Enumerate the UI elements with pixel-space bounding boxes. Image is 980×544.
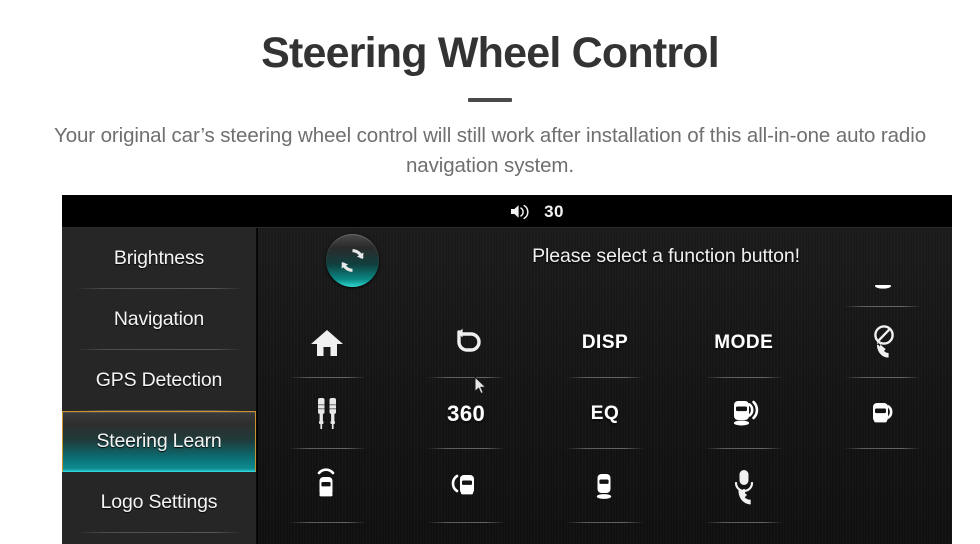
sidebar-item-gps-detection[interactable]: GPS Detection (62, 350, 256, 411)
function-label: 360 (447, 400, 486, 426)
title-divider (468, 98, 512, 103)
home-icon (311, 329, 344, 356)
function-label: DISP (581, 331, 629, 353)
sidebar-item-label: Brightness (113, 247, 205, 269)
settings-sidebar[interactable]: Brightness Navigation GPS Detection Stee… (62, 228, 257, 544)
function-cell-volume-down[interactable] (813, 378, 952, 449)
function-cell (397, 285, 536, 307)
function-cell-disp[interactable]: DISP (536, 307, 675, 378)
sidebar-item-label: Logo Settings (100, 491, 218, 513)
function-row-clipped (258, 285, 952, 307)
function-cell-seek-left[interactable] (397, 449, 536, 523)
function-cell-hangup[interactable] (813, 307, 952, 378)
car-volume-up-icon (733, 400, 758, 425)
function-cell-seek-down[interactable] (536, 449, 675, 523)
car-seek-up-icon (318, 468, 335, 497)
sidebar-item-label: GPS Detection (95, 369, 223, 391)
car-volume-down-icon (872, 402, 893, 422)
panel-header: Please select a function button! (258, 228, 952, 287)
back-arrow-icon (457, 328, 481, 352)
function-cell-eq[interactable]: EQ (536, 378, 675, 449)
refresh-button[interactable] (326, 234, 379, 287)
steering-learn-panel: Please select a function button! DISP MO… (258, 228, 952, 544)
car-seek-left-icon (451, 474, 475, 495)
sidebar-item-logo-settings[interactable]: Logo Settings (62, 472, 256, 533)
function-label: MODE (714, 331, 774, 353)
function-row-2: 360 EQ (258, 378, 952, 449)
page-header: Steering Wheel Control Your original car… (0, 0, 980, 181)
function-cell-home[interactable] (258, 307, 397, 378)
aux-plug-icon (318, 397, 337, 429)
function-row-3 (258, 449, 952, 523)
sidebar-item-navigation[interactable]: Navigation (62, 289, 256, 350)
function-cell-aux[interactable] (258, 378, 397, 449)
voice-dial-icon (734, 470, 753, 505)
car-radio-screen: 30 Brightness Navigation GPS Detection S… (62, 195, 952, 544)
function-cell-voice-dial[interactable] (674, 449, 813, 523)
function-button-grid: DISP MODE 360 EQ (258, 285, 952, 544)
car-audio-icon (874, 285, 891, 289)
function-cell-volume-up[interactable] (674, 378, 813, 449)
function-cell (674, 285, 813, 307)
function-cell (536, 285, 675, 307)
sidebar-item-label: Navigation (113, 308, 205, 330)
status-bar: 30 (62, 195, 952, 228)
function-row-1: DISP MODE (258, 307, 952, 378)
function-cell (258, 285, 397, 307)
function-cell-mode[interactable]: MODE (674, 307, 813, 378)
function-cell-car-audio[interactable] (813, 285, 952, 307)
page-title: Steering Wheel Control (261, 29, 720, 77)
page-subtitle: Your original car’s steering wheel contr… (54, 124, 926, 178)
volume-value: 30 (544, 201, 564, 221)
hangup-phone-icon (873, 324, 894, 358)
refresh-icon (341, 249, 364, 272)
volume-indicator: 30 (62, 195, 952, 228)
function-cell-empty (813, 449, 952, 523)
function-cell-back[interactable] (397, 307, 536, 378)
car-seek-down-icon (596, 474, 612, 499)
function-label: EQ (590, 402, 620, 424)
sidebar-item-brightness[interactable]: Brightness (62, 228, 256, 289)
function-cell-seek-up[interactable] (258, 449, 397, 523)
sidebar-item-label: Steering Learn (96, 430, 222, 452)
sidebar-item-steering-learn[interactable]: Steering Learn (62, 411, 256, 472)
function-cell-360[interactable]: 360 (397, 378, 536, 449)
panel-title: Please select a function button! (532, 245, 800, 267)
volume-icon (511, 204, 529, 220)
